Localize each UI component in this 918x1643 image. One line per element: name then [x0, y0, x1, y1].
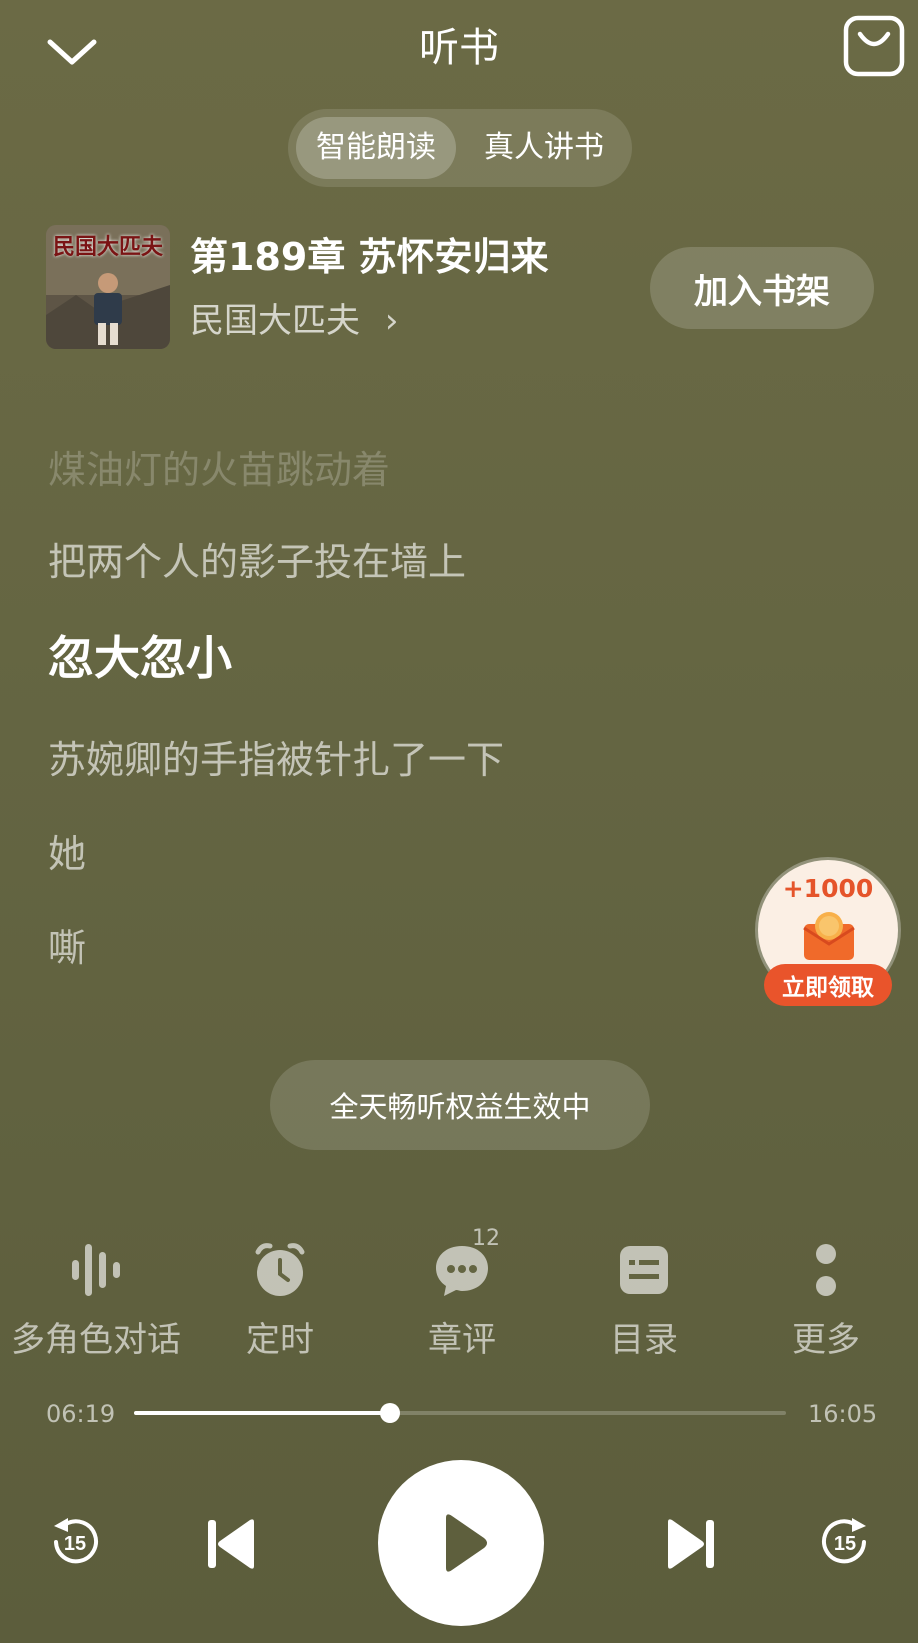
timer-button[interactable]: 定时 — [188, 1232, 372, 1362]
next-chapter-button[interactable] — [660, 1514, 720, 1574]
lyric-line-current[interactable]: 忽大忽小 — [48, 630, 232, 686]
more-label: 更多 — [792, 1320, 860, 1360]
play-button[interactable] — [378, 1460, 544, 1626]
shopping-bag-icon[interactable] — [842, 14, 906, 78]
progress-fill — [134, 1411, 391, 1415]
multi-role-dialogue-button[interactable]: 多角色对话 — [4, 1232, 188, 1362]
progress-handle[interactable] — [380, 1403, 401, 1423]
listening-benefit-notice: 全天畅听权益生效中 — [270, 1060, 650, 1150]
toc-label: 目录 — [610, 1320, 678, 1360]
comment-label: 章评 — [428, 1320, 496, 1360]
comment-count-badge: 12 — [472, 1226, 500, 1251]
claim-reward-button[interactable]: 立即领取 — [764, 964, 892, 1006]
play-icon — [446, 1514, 487, 1572]
total-time: 16:05 — [808, 1400, 878, 1428]
chapter-title: 第189章 苏怀安归来 — [190, 235, 549, 279]
rewind-15-button[interactable]: 15 — [44, 1512, 104, 1572]
tab-human-narration[interactable]: 真人讲书 — [464, 117, 624, 179]
lyric-line[interactable]: 嘶 — [48, 920, 86, 976]
alarm-clock-icon — [250, 1240, 310, 1300]
timer-label: 定时 — [246, 1320, 314, 1360]
previous-chapter-button[interactable] — [202, 1514, 262, 1574]
multi-role-label: 多角色对话 — [11, 1320, 181, 1360]
lyric-line[interactable]: 把两个人的影子投在墙上 — [48, 534, 466, 590]
catalog-icon — [614, 1240, 674, 1300]
forward-15-button[interactable]: 15 — [816, 1512, 876, 1572]
tab-ai-reading[interactable]: 智能朗读 — [296, 117, 456, 179]
book-cover[interactable]: 民国大匹夫 — [46, 225, 170, 349]
more-button[interactable]: 更多 — [734, 1232, 918, 1362]
forward-seconds: 15 — [834, 1533, 856, 1555]
progress-bar[interactable] — [134, 1403, 786, 1423]
reward-bubble[interactable]: +1000 立即领取 — [758, 860, 898, 1010]
sound-wave-icon — [66, 1240, 126, 1300]
book-name: 民国大匹夫 — [190, 301, 360, 341]
cover-title: 民国大匹夫 — [52, 234, 163, 260]
lyric-line[interactable]: 煤油灯的火苗跳动着 — [48, 442, 390, 498]
reward-amount: +1000 — [782, 874, 874, 903]
chapter-comment-button[interactable]: 12 章评 — [370, 1226, 554, 1362]
add-to-shelf-button[interactable]: 加入书架 — [650, 247, 874, 329]
current-time: 06:19 — [46, 1400, 116, 1428]
page-title: 听书 — [419, 25, 499, 71]
chevron-right-icon: › — [384, 301, 399, 341]
lyric-line[interactable]: 她 — [48, 826, 86, 882]
table-of-contents-button[interactable]: 目录 — [552, 1232, 736, 1362]
rewind-seconds: 15 — [64, 1533, 86, 1555]
more-dots-icon — [796, 1240, 856, 1300]
mode-tabs: 智能朗读 真人讲书 — [288, 109, 632, 187]
book-name-link[interactable]: 民国大匹夫 › — [190, 298, 398, 344]
lyric-line[interactable]: 苏婉卿的手指被针扎了一下 — [48, 732, 504, 788]
coin-envelope-icon — [798, 910, 860, 962]
